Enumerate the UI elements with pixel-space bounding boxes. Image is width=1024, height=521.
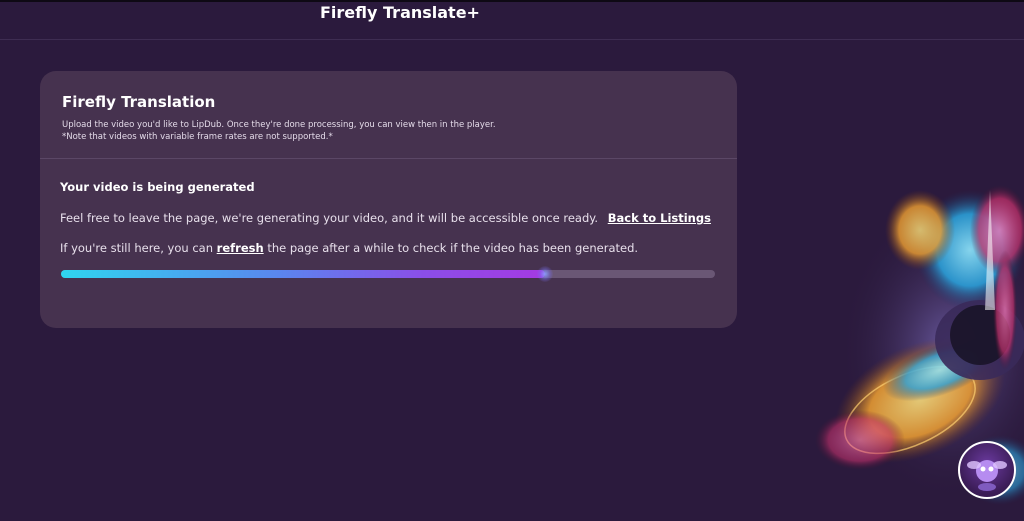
status-line-2-prefix: If you're still here, you can bbox=[60, 241, 214, 255]
status-line-2-suffix: the page after a while to check if the v… bbox=[267, 241, 639, 255]
back-to-listings-link[interactable]: Back to Listings bbox=[608, 211, 711, 225]
description-line-1: Upload the video you'd like to LipDub. O… bbox=[62, 120, 496, 130]
description-line-2: *Note that videos with variable frame ra… bbox=[62, 132, 333, 142]
assistant-avatar-icon[interactable] bbox=[958, 441, 1016, 499]
avatar-icon-graphic bbox=[967, 460, 1007, 491]
card-header: Firefly Translation Upload the video you… bbox=[40, 71, 737, 159]
card-title: Firefly Translation bbox=[62, 93, 216, 111]
app-title: Firefly Translate+ bbox=[320, 3, 480, 22]
status-line-2: If you're still here, you can refresh th… bbox=[60, 241, 638, 255]
page: Firefly Translate+ Firefly Translation U… bbox=[0, 0, 1024, 521]
progress-bar bbox=[61, 266, 715, 282]
top-bar: Firefly Translate+ bbox=[0, 0, 1024, 40]
translation-card: Firefly Translation Upload the video you… bbox=[40, 71, 737, 328]
progress-glow bbox=[536, 266, 553, 282]
refresh-link[interactable]: refresh bbox=[217, 241, 264, 255]
card-description: Upload the video you'd like to LipDub. O… bbox=[62, 119, 496, 143]
progress-fill bbox=[61, 270, 545, 278]
status-line-1-text: Feel free to leave the page, we're gener… bbox=[60, 211, 599, 225]
status-line-1: Feel free to leave the page, we're gener… bbox=[60, 211, 711, 225]
status-heading: Your video is being generated bbox=[60, 180, 255, 194]
